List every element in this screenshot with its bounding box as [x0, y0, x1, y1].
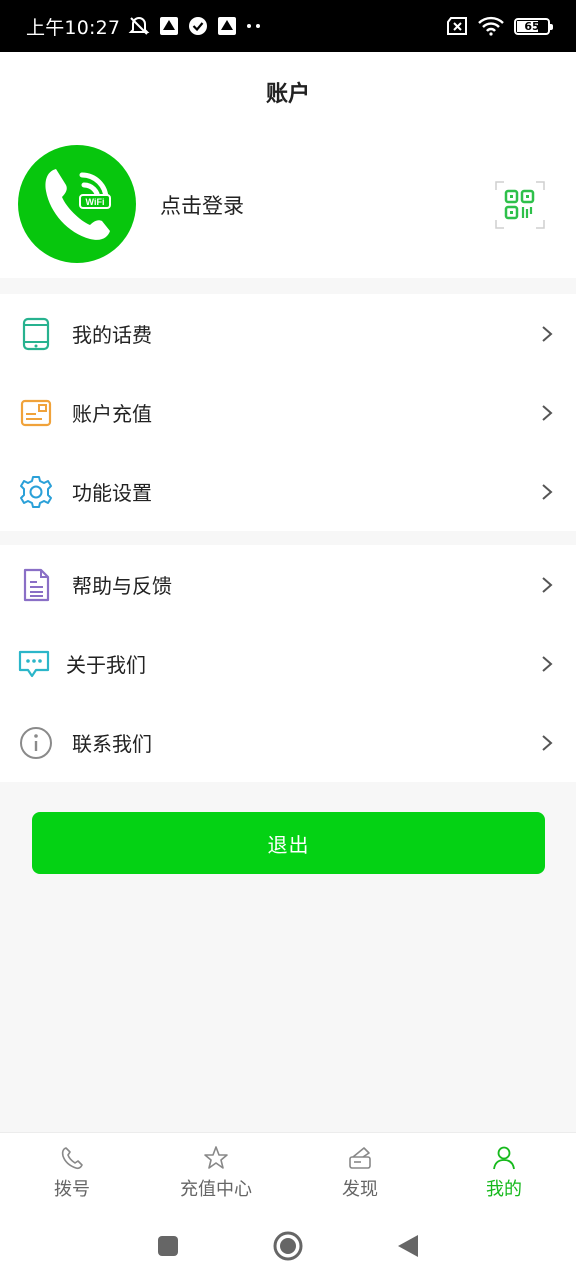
- tab-discover[interactable]: 发现: [288, 1133, 432, 1212]
- profile-section[interactable]: WiFi 点击登录: [0, 132, 576, 278]
- tab-mine[interactable]: 我的: [432, 1133, 576, 1212]
- tab-label: 我的: [486, 1179, 522, 1200]
- gear-icon: [18, 474, 54, 510]
- tab-label: 拨号: [54, 1179, 90, 1200]
- menu-item-help-feedback[interactable]: 帮助与反馈: [0, 545, 576, 624]
- menu-item-label: 关于我们: [66, 653, 146, 677]
- tab-label: 发现: [342, 1179, 378, 1200]
- logout-button[interactable]: 退出: [32, 812, 545, 874]
- avatar[interactable]: WiFi: [18, 145, 136, 263]
- home-icon[interactable]: [272, 1230, 304, 1262]
- recent-apps-icon[interactable]: [156, 1234, 180, 1258]
- no-sim-icon: [447, 17, 467, 35]
- status-time: 上午10:27: [26, 16, 121, 39]
- qr-code-icon: [495, 181, 545, 229]
- wifi-badge-text: WiFi: [86, 197, 105, 207]
- menu-item-about-us[interactable]: 关于我们: [0, 624, 576, 703]
- phone-wifi-logo-icon: WiFi: [45, 169, 111, 240]
- tab-dial[interactable]: 拨号: [0, 1133, 144, 1212]
- system-navigation-bar: [0, 1212, 576, 1280]
- battery-icon: 65: [514, 17, 553, 35]
- chevron-right-icon: [542, 734, 553, 751]
- bottom-tab-bar: 拨号 充值中心 发现 我的: [0, 1132, 576, 1212]
- status-bar: 上午10:27 65: [0, 0, 576, 52]
- check-circle-icon: [189, 17, 208, 35]
- card-icon: [18, 395, 54, 431]
- menu-item-label: 功能设置: [72, 481, 152, 505]
- person-icon: [493, 1146, 515, 1170]
- more-dots-icon: [247, 24, 261, 28]
- login-link[interactable]: 点击登录: [160, 190, 244, 220]
- status-notification-icons: [128, 16, 262, 36]
- menu-item-my-balance[interactable]: 我的话费: [0, 294, 576, 373]
- wifi-icon: [478, 16, 504, 36]
- menu-item-contact-us[interactable]: 联系我们: [0, 703, 576, 782]
- chevron-right-icon: [542, 404, 553, 421]
- chevron-right-icon: [542, 576, 553, 593]
- menu-item-label: 联系我们: [72, 732, 152, 756]
- star-icon: [204, 1146, 228, 1169]
- tab-recharge-center[interactable]: 充值中心: [144, 1133, 288, 1212]
- menu-item-label: 账户充值: [72, 402, 152, 426]
- menu-item-feature-settings[interactable]: 功能设置: [0, 452, 576, 531]
- battery-level: 65: [524, 19, 540, 33]
- info-icon: [18, 725, 54, 761]
- chevron-right-icon: [542, 325, 553, 342]
- qr-code-button[interactable]: [494, 180, 546, 230]
- document-icon: [18, 567, 54, 603]
- status-system-icons: 65: [446, 16, 553, 36]
- menu-group-account: 我的话费 账户充值 功能设置: [0, 294, 576, 531]
- tab-label: 充值中心: [180, 1179, 252, 1200]
- discover-icon: [349, 1147, 371, 1169]
- app-notification-icon-2: [218, 17, 237, 35]
- back-icon[interactable]: [396, 1233, 420, 1259]
- menu-item-label: 我的话费: [72, 323, 152, 347]
- menu-item-account-recharge[interactable]: 账户充值: [0, 373, 576, 452]
- bell-muted-icon: [128, 17, 150, 35]
- page-header: 账户: [0, 52, 576, 132]
- app-notification-icon: [160, 17, 179, 35]
- chevron-right-icon: [542, 483, 553, 500]
- phone-icon: [61, 1147, 83, 1170]
- menu-group-support: 帮助与反馈 关于我们 联系我们: [0, 545, 576, 782]
- chat-bubble-icon: [16, 646, 52, 682]
- chevron-right-icon: [542, 655, 553, 672]
- menu-item-label: 帮助与反馈: [72, 574, 172, 598]
- page-title: 账户: [265, 82, 310, 107]
- phone-device-icon: [18, 316, 54, 352]
